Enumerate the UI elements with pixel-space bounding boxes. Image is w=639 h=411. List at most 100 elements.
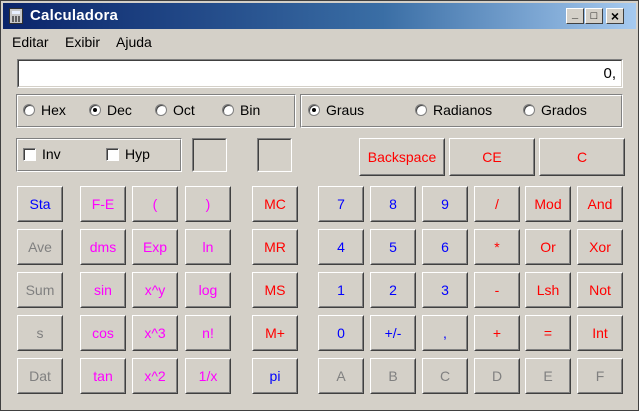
radio-hex-label: Hex xyxy=(41,102,66,118)
stat-button-0[interactable]: Sta xyxy=(17,186,63,222)
pad-button-3-2[interactable]: , xyxy=(422,315,468,351)
radio-bin[interactable]: Bin xyxy=(222,102,260,118)
sci-button-2-0[interactable]: sin xyxy=(80,272,126,308)
radio-dec-label: Dec xyxy=(107,102,132,118)
sci-button-4-1[interactable]: x^2 xyxy=(132,358,178,394)
pad-button-4-1[interactable]: B xyxy=(370,358,416,394)
pad-button-3-1[interactable]: +/- xyxy=(370,315,416,351)
pad-button-1-2[interactable]: 6 xyxy=(422,229,468,265)
pad-button-2-1[interactable]: 2 xyxy=(370,272,416,308)
sci-button-0-0[interactable]: F-E xyxy=(80,186,126,222)
pad-button-1-3[interactable]: * xyxy=(474,229,520,265)
pad-button-0-1[interactable]: 8 xyxy=(370,186,416,222)
minimize-icon: _ xyxy=(571,7,579,20)
parenthesis-indicator xyxy=(192,138,227,172)
pad-button-3-5[interactable]: Int xyxy=(577,315,623,351)
sci-button-4-2[interactable]: 1/x xyxy=(185,358,231,394)
pad-button-4-4[interactable]: E xyxy=(525,358,571,394)
sci-button-0-1[interactable]: ( xyxy=(132,186,178,222)
menu-exibir[interactable]: Exibir xyxy=(65,34,100,50)
memory-button-3[interactable]: M+ xyxy=(252,315,298,351)
sci-button-4-0[interactable]: tan xyxy=(80,358,126,394)
menu-bar: Editar Exibir Ajuda xyxy=(3,31,636,53)
radio-grados[interactable]: Grados xyxy=(523,102,587,118)
sci-button-3-1[interactable]: x^3 xyxy=(132,315,178,351)
backspace-button[interactable]: Backspace xyxy=(359,138,445,176)
pad-button-4-5[interactable]: F xyxy=(577,358,623,394)
pad-button-3-4[interactable]: = xyxy=(525,315,571,351)
pad-button-1-0[interactable]: 4 xyxy=(318,229,364,265)
checkbox-inv-label: Inv xyxy=(42,146,61,162)
pad-button-3-3[interactable]: + xyxy=(474,315,520,351)
radio-graus-label: Graus xyxy=(326,102,365,118)
checkbox-inv[interactable]: Inv xyxy=(23,146,61,162)
radio-dec[interactable]: Dec xyxy=(89,102,132,118)
menu-editar[interactable]: Editar xyxy=(12,34,49,50)
pad-button-2-3[interactable]: - xyxy=(474,272,520,308)
pad-button-4-3[interactable]: D xyxy=(474,358,520,394)
pad-button-1-5[interactable]: Xor xyxy=(577,229,623,265)
memory-indicator xyxy=(257,138,292,172)
close-button[interactable]: × xyxy=(606,8,624,24)
stat-button-1[interactable]: Ave xyxy=(17,229,63,265)
sci-button-3-2[interactable]: n! xyxy=(185,315,231,351)
pad-button-2-2[interactable]: 3 xyxy=(422,272,468,308)
stat-button-4[interactable]: Dat xyxy=(17,358,63,394)
pad-button-0-0[interactable]: 7 xyxy=(318,186,364,222)
maximize-icon: □ xyxy=(590,9,598,22)
radio-hex[interactable]: Hex xyxy=(23,102,66,118)
memory-button-4[interactable]: pi xyxy=(252,358,298,394)
radio-dec-dot xyxy=(89,104,101,116)
sci-button-1-2[interactable]: ln xyxy=(185,229,231,265)
radio-hex-dot xyxy=(23,104,35,116)
sci-button-1-0[interactable]: dms xyxy=(80,229,126,265)
stat-button-2[interactable]: Sum xyxy=(17,272,63,308)
pad-button-1-4[interactable]: Or xyxy=(525,229,571,265)
close-icon: × xyxy=(610,8,620,24)
checkbox-hyp-label: Hyp xyxy=(125,146,150,162)
radio-graus-dot xyxy=(308,104,320,116)
pad-button-2-0[interactable]: 1 xyxy=(318,272,364,308)
pad-button-0-2[interactable]: 9 xyxy=(422,186,468,222)
stat-button-3[interactable]: s xyxy=(17,315,63,351)
radio-oct-label: Oct xyxy=(173,102,195,118)
sci-button-0-2[interactable]: ) xyxy=(185,186,231,222)
result-display[interactable]: 0, xyxy=(17,59,623,88)
radio-bin-dot xyxy=(222,104,234,116)
memory-button-0[interactable]: MC xyxy=(252,186,298,222)
clear-entry-button[interactable]: CE xyxy=(449,138,535,176)
radio-oct[interactable]: Oct xyxy=(155,102,195,118)
pad-button-2-4[interactable]: Lsh xyxy=(525,272,571,308)
memory-button-1[interactable]: MR xyxy=(252,229,298,265)
radio-grados-label: Grados xyxy=(541,102,587,118)
pad-button-4-0[interactable]: A xyxy=(318,358,364,394)
radio-radianos-dot xyxy=(415,104,427,116)
sci-button-2-1[interactable]: x^y xyxy=(132,272,178,308)
pad-button-4-2[interactable]: C xyxy=(422,358,468,394)
radio-radianos[interactable]: Radianos xyxy=(415,102,492,118)
checkbox-hyp-box xyxy=(106,147,119,161)
maximize-button[interactable]: □ xyxy=(585,8,603,24)
pad-button-0-4[interactable]: Mod xyxy=(525,186,571,222)
pad-button-1-1[interactable]: 5 xyxy=(370,229,416,265)
radio-grados-dot xyxy=(523,104,535,116)
window-title: Calculadora xyxy=(30,7,119,24)
sci-button-3-0[interactable]: cos xyxy=(80,315,126,351)
radio-radianos-label: Radianos xyxy=(433,102,493,118)
checkbox-inv-box xyxy=(23,147,36,161)
menu-ajuda[interactable]: Ajuda xyxy=(116,34,152,50)
pad-button-0-5[interactable]: And xyxy=(577,186,623,222)
calculator-window: Calculadora _ □ × Editar Exibir Ajuda 0,… xyxy=(0,0,639,411)
pad-button-2-5[interactable]: Not xyxy=(577,272,623,308)
sci-button-1-1[interactable]: Exp xyxy=(132,229,178,265)
clear-button[interactable]: C xyxy=(539,138,625,176)
radio-oct-dot xyxy=(155,104,167,116)
pad-button-3-0[interactable]: 0 xyxy=(318,315,364,351)
radio-graus[interactable]: Graus xyxy=(308,102,364,118)
minimize-button[interactable]: _ xyxy=(566,8,584,24)
checkbox-hyp[interactable]: Hyp xyxy=(106,146,150,162)
memory-button-2[interactable]: MS xyxy=(252,272,298,308)
title-bar[interactable]: Calculadora _ □ × xyxy=(3,3,636,29)
pad-button-0-3[interactable]: / xyxy=(474,186,520,222)
sci-button-2-2[interactable]: log xyxy=(185,272,231,308)
